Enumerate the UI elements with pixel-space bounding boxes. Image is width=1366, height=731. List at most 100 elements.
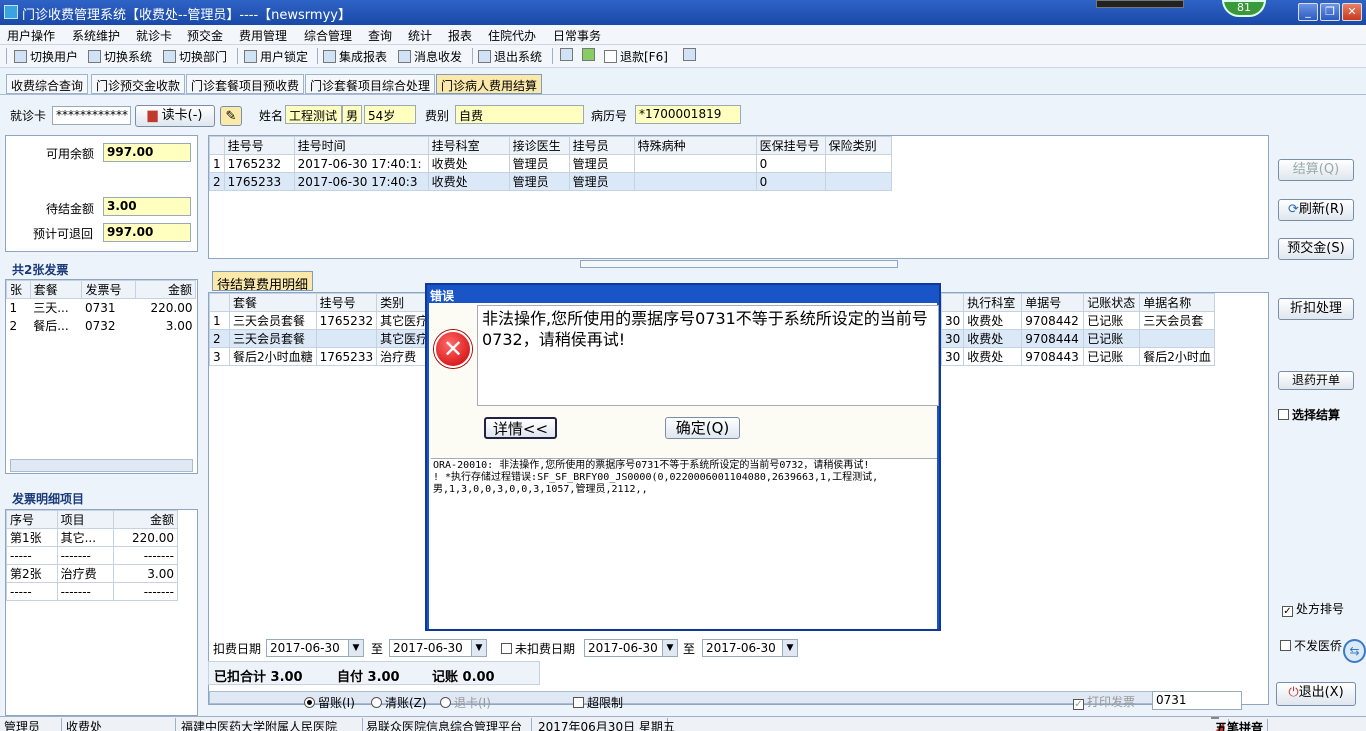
exit-button[interactable]: ⏻退出(X) [1276, 682, 1356, 706]
age-field[interactable]: 54岁 [364, 105, 416, 124]
checkbox[interactable]: ✓ [1282, 606, 1293, 617]
table-row[interactable]: 2 1765233 2017-06-30 17:40:3 收费处 管理员 管理员 0 [209, 172, 892, 191]
exit-label: 退出(X) [1298, 685, 1344, 700]
fee-type-field[interactable]: 自费 [455, 105, 584, 124]
ime-indicator[interactable]: ◢ 五笔拼音 [1211, 717, 1269, 731]
refund-button[interactable]: 退款[F6] [604, 48, 668, 65]
menu-query[interactable]: 查询 [368, 27, 392, 44]
table-row[interactable]: 1 1765232 2017-06-30 17:40:1: 收费处 管理员 管理员 0 [209, 154, 892, 173]
error-message: 非法操作,您所使用的票据序号0731不等于系统所设定的当前号0732，请稍侯再试… [477, 305, 939, 406]
record-no-field[interactable]: *1700001819 [635, 105, 741, 124]
refund-label: 退卡(I) [454, 696, 491, 710]
checkbox[interactable]: ✓ [1073, 699, 1084, 710]
select-settle-checkbox[interactable]: 选择结算 [1278, 406, 1340, 423]
menu-fee-mgmt[interactable]: 费用管理 [239, 27, 287, 44]
cell: 1765232 [315, 311, 378, 330]
tab-pending-fees[interactable]: 待结算费用明细 [212, 271, 314, 293]
print-invoice-checkbox[interactable]: ✓ 打印发票 [1073, 693, 1135, 710]
ok-button[interactable]: 确定(Q) [665, 417, 740, 439]
menu-general-mgmt[interactable]: 综合管理 [304, 27, 352, 44]
undeducted-date-from[interactable]: 2017-06-30 ▼ [584, 639, 678, 657]
notification-badge[interactable]: 81 [1222, 0, 1266, 17]
swap-icon[interactable]: ⇆ [1343, 639, 1366, 663]
name-field[interactable]: 工程测试 [285, 105, 342, 124]
table-row[interactable]: 2三天会员套餐其它医疗三 [209, 329, 453, 348]
switch-dept-button[interactable]: 切换部门 [163, 48, 227, 65]
table-row[interactable]: 3餐后2小时血糖1765233治疗费葡 [209, 347, 453, 366]
tab-package-process[interactable]: 门诊套餐项目综合处理 [305, 74, 436, 94]
refresh-button[interactable]: ⟳刷新(R) [1278, 199, 1354, 221]
table-row[interactable]: ----- ------- ------- [6, 546, 179, 565]
splitter-handle[interactable] [580, 260, 898, 268]
table-row[interactable]: 1 三天... 0731 220.00 [7, 299, 196, 317]
read-card-button[interactable]: ▆ 读卡(-) [135, 105, 215, 127]
edit-icon[interactable] [560, 48, 576, 62]
menu-prepay[interactable]: 预交金 [187, 27, 223, 44]
switch-user-button[interactable]: 切换用户 [14, 48, 78, 65]
checkbox[interactable] [1280, 640, 1291, 651]
switch-system-button[interactable]: 切换系统 [88, 48, 152, 65]
tab-fee-query[interactable]: 收费综合查询 [6, 74, 89, 94]
integrated-report-button[interactable]: 集成报表 [323, 48, 387, 65]
rx-sort-checkbox[interactable]: ✓ 处方排号 [1282, 600, 1344, 617]
restore-button[interactable]: ❐ [1320, 3, 1340, 21]
radio[interactable] [371, 697, 382, 708]
cell: 管理员 [508, 154, 570, 173]
print-invoice-number[interactable]: 0731 [1152, 691, 1242, 710]
menu-user-ops[interactable]: 用户操作 [7, 27, 55, 44]
table-row[interactable]: 第2张 治疗费 3.00 [6, 564, 179, 583]
col-sheet: 张 [6, 280, 31, 299]
minimize-button[interactable]: _ [1298, 3, 1318, 21]
refund-card-radio[interactable]: 退卡(I) [440, 694, 491, 711]
calculator-icon[interactable] [683, 48, 699, 62]
table-row[interactable]: ----- ------- ------- [6, 582, 179, 601]
no-dispense-checkbox[interactable]: 不发医侨 [1280, 637, 1342, 654]
tab-prepay-receipt[interactable]: 门诊预交金收款 [91, 74, 186, 94]
radio[interactable] [440, 697, 451, 708]
radio[interactable] [304, 697, 315, 708]
lock-user-button[interactable]: 用户锁定 [244, 48, 308, 65]
messages-button[interactable]: 消息收发 [398, 48, 462, 65]
menu-daily[interactable]: 日常事务 [553, 27, 601, 44]
table-row[interactable]: 30 收费处 9708443 已记账 餐后2小时血 [940, 347, 1215, 366]
menu-inpatient[interactable]: 住院代办 [488, 27, 536, 44]
tab-package-prepay[interactable]: 门诊套餐项目预收费 [186, 74, 305, 94]
horizontal-scrollbar[interactable] [209, 691, 1209, 704]
table-row[interactable]: 30 收费处 9708444 已记账 [940, 329, 1215, 348]
deduct-date-to[interactable]: 2017-06-30 ▼ [389, 639, 487, 657]
prepay-button[interactable]: 预交金(S) [1278, 238, 1354, 260]
return-rx-button[interactable]: 退药开单 [1278, 371, 1354, 390]
cell: 30 [940, 311, 965, 330]
table-row[interactable]: 第1张 其它... 220.00 [6, 528, 179, 547]
settle-button[interactable]: 结算(Q) [1278, 159, 1354, 181]
leave-account-radio[interactable]: 留账(I) [304, 694, 355, 711]
col-amount: 金额 [135, 280, 196, 299]
horizontal-scrollbar[interactable] [10, 459, 193, 472]
checkbox[interactable] [1278, 409, 1289, 420]
undeducted-date-toggle[interactable]: 未扣费日期 [501, 640, 575, 657]
cut-icon[interactable] [582, 48, 598, 62]
table-row[interactable]: 1三天会员套餐1765232其它医疗三 [209, 311, 453, 330]
sex-field[interactable]: 男 [342, 105, 362, 124]
details-button[interactable]: 详情<< [484, 417, 557, 439]
menu-reports[interactable]: 报表 [448, 27, 472, 44]
cell: 220.00 [150, 300, 193, 315]
checkbox[interactable] [573, 697, 584, 708]
discount-button[interactable]: 折扣处理 [1278, 298, 1354, 320]
clear-account-radio[interactable]: 清账(Z) [371, 694, 427, 711]
menu-statistics[interactable]: 统计 [408, 27, 432, 44]
deduct-date-from[interactable]: 2017-06-30 ▼ [266, 639, 364, 657]
table-row[interactable]: 2 餐后... 0732 3.00 [7, 317, 196, 335]
menu-system[interactable]: 系统维护 [72, 27, 120, 44]
exit-system-button[interactable]: 退出系统 [478, 48, 542, 65]
tab-patient-settlement[interactable]: 门诊病人费用结算 [436, 74, 543, 94]
over-limit-checkbox[interactable]: 超限制 [573, 694, 623, 711]
checkbox[interactable] [501, 643, 512, 654]
close-button[interactable]: ✕ [1342, 3, 1362, 21]
menu-card[interactable]: 就诊卡 [136, 27, 172, 44]
undeducted-date-to[interactable]: 2017-06-30 ▼ [702, 639, 798, 657]
table-row[interactable]: 30 收费处 9708442 已记账 三天会员套 [940, 311, 1215, 330]
card-input[interactable]: ************ [52, 106, 131, 125]
broom-icon[interactable]: ✎ [220, 106, 242, 126]
cell: 管理员 [568, 172, 635, 191]
